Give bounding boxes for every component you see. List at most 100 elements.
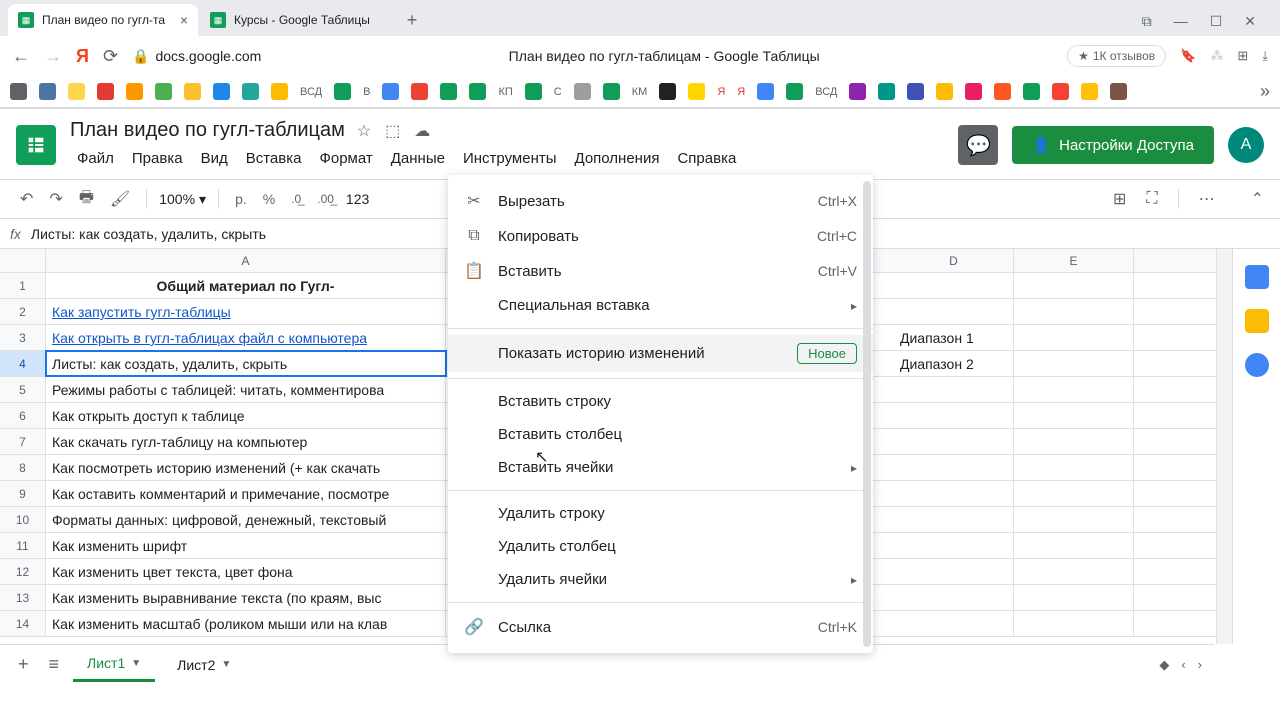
row-header[interactable]: 7 <box>0 429 46 454</box>
chevron-right-icon[interactable]: › <box>1198 657 1202 673</box>
cell[interactable] <box>1014 507 1134 532</box>
cell[interactable]: Как посмотреть историю изменений (+ как … <box>46 455 446 480</box>
bookmark-item[interactable] <box>271 83 288 100</box>
browser-tab-active[interactable]: ▦ План видео по гугл-та × <box>8 4 198 36</box>
more-button[interactable]: ⋯ <box>1195 185 1219 213</box>
vertical-scrollbar[interactable] <box>1216 249 1232 644</box>
keep-icon[interactable] <box>1245 309 1269 333</box>
cell[interactable] <box>894 429 1014 454</box>
cell[interactable]: Как скачать гугл-таблицу на компьютер <box>46 429 446 454</box>
cell[interactable]: Диапазон 1 <box>894 325 1014 350</box>
cell[interactable]: Как изменить выравнивание текста (по кра… <box>46 585 446 610</box>
menu-help[interactable]: Справка <box>670 146 743 171</box>
cell[interactable] <box>894 585 1014 610</box>
chevron-left-icon[interactable]: ‹ <box>1181 657 1185 673</box>
menu-format[interactable]: Формат <box>312 146 379 171</box>
cell[interactable] <box>894 533 1014 558</box>
cell[interactable] <box>1014 481 1134 506</box>
bookmark-item[interactable] <box>936 83 953 100</box>
bookmark-item[interactable] <box>155 83 172 100</box>
cell[interactable]: Диапазон 2 <box>894 351 1014 376</box>
back-button[interactable]: ← <box>12 46 30 67</box>
bookmark-item[interactable]: КП <box>498 86 512 98</box>
menu-insert-cells[interactable]: Вставить ячейки ▸ <box>448 451 873 484</box>
cell[interactable] <box>894 481 1014 506</box>
menu-paste-special[interactable]: Специальная вставка ▸ <box>448 289 873 322</box>
currency-button[interactable]: р. <box>231 187 251 211</box>
bookmark-item[interactable] <box>411 83 428 100</box>
sheet-tab-active[interactable]: Лист1 ▼ <box>73 647 155 682</box>
column-header-e[interactable]: E <box>1014 249 1134 272</box>
bookmark-item[interactable] <box>242 83 259 100</box>
explore-icon[interactable]: ◆ <box>1159 657 1169 673</box>
row-header[interactable]: 12 <box>0 559 46 584</box>
menu-paste[interactable]: 📋 Вставить Ctrl+V <box>448 253 873 289</box>
bookmark-item[interactable] <box>68 83 85 100</box>
bookmark-item[interactable] <box>382 83 399 100</box>
cell[interactable] <box>1014 611 1134 636</box>
bookmark-item[interactable]: В <box>363 86 370 98</box>
paint-format-button[interactable]: 🖌 <box>106 185 134 213</box>
bookmark-item[interactable] <box>688 83 705 100</box>
menu-delete-column[interactable]: Удалить столбец <box>448 530 873 563</box>
sheet-tab[interactable]: Лист2 ▼ <box>163 649 245 681</box>
cloud-icon[interactable]: ☁ <box>414 121 430 141</box>
menu-delete-cells[interactable]: Удалить ячейки ▸ <box>448 563 873 596</box>
undo-button[interactable]: ↶ <box>16 185 37 213</box>
bookmark-item[interactable]: Я <box>737 86 745 98</box>
cell[interactable] <box>1014 377 1134 402</box>
cell[interactable] <box>1014 403 1134 428</box>
user-avatar[interactable]: A <box>1228 127 1264 163</box>
bookmark-item[interactable]: С <box>554 86 562 98</box>
bookmark-item[interactable] <box>1081 83 1098 100</box>
bookmark-item[interactable] <box>849 83 866 100</box>
share-button[interactable]: 👤 Настройки Доступа <box>1012 126 1214 164</box>
calendar-icon[interactable] <box>1245 265 1269 289</box>
row-header[interactable]: 6 <box>0 403 46 428</box>
decrease-decimal-button[interactable]: .0̲ <box>287 188 305 210</box>
bookmark-item[interactable] <box>574 83 591 100</box>
bookmark-item[interactable] <box>334 83 351 100</box>
row-header[interactable]: 13 <box>0 585 46 610</box>
cell[interactable]: Общий материал по Гугл- <box>46 273 446 298</box>
bookmark-item[interactable]: Я <box>717 86 725 98</box>
tasks-icon[interactable] <box>1245 353 1269 377</box>
bookmark-item[interactable] <box>213 83 230 100</box>
print-button[interactable]: 🖶 <box>75 182 98 217</box>
borders-button[interactable]: ⊞ <box>1109 185 1130 213</box>
cell[interactable]: Как открыть в гугл-таблицах файл с компь… <box>46 325 446 350</box>
bookmark-item[interactable]: ВСД <box>815 86 837 98</box>
bookmark-item[interactable] <box>525 83 542 100</box>
bookmark-item[interactable]: ВСД <box>300 86 322 98</box>
bookmark-item[interactable] <box>97 83 114 100</box>
column-header-d[interactable]: D <box>894 249 1014 272</box>
reviews-badge[interactable]: ★ 1К отзывов <box>1067 45 1166 67</box>
cell[interactable] <box>1014 273 1134 298</box>
cell[interactable] <box>1014 299 1134 324</box>
cell[interactable] <box>894 377 1014 402</box>
cell[interactable] <box>1014 429 1134 454</box>
cell[interactable] <box>1014 325 1134 350</box>
menu-insert-row[interactable]: Вставить строку <box>448 385 873 418</box>
maximize-icon[interactable]: ☐ <box>1210 13 1223 30</box>
extensions-icon[interactable]: ⊞ <box>1237 48 1248 64</box>
bookmarks-overflow[interactable]: » <box>1260 81 1270 102</box>
column-header-a[interactable]: A <box>46 249 446 272</box>
bookmark-item[interactable] <box>1110 83 1127 100</box>
bookmark-item[interactable] <box>786 83 803 100</box>
chevron-down-icon[interactable]: ▼ <box>131 658 141 669</box>
cell[interactable] <box>1014 533 1134 558</box>
url-field[interactable]: 🔒 docs.google.com <box>132 48 261 65</box>
chevron-down-icon[interactable]: ▼ <box>221 659 231 670</box>
bookmark-item[interactable] <box>126 83 143 100</box>
cell[interactable] <box>1014 455 1134 480</box>
menu-show-history[interactable]: Показать историю изменений Новое <box>448 335 873 372</box>
bookmark-item[interactable] <box>440 83 457 100</box>
format-select[interactable]: 123 <box>346 191 369 207</box>
row-header[interactable]: 1 <box>0 273 46 298</box>
cell[interactable] <box>894 299 1014 324</box>
menu-cut[interactable]: ✂ Вырезать Ctrl+X <box>448 183 873 219</box>
menu-insert-column[interactable]: Вставить столбец <box>448 418 873 451</box>
cell[interactable]: Как изменить цвет текста, цвет фона <box>46 559 446 584</box>
menu-addons[interactable]: Дополнения <box>568 146 667 171</box>
